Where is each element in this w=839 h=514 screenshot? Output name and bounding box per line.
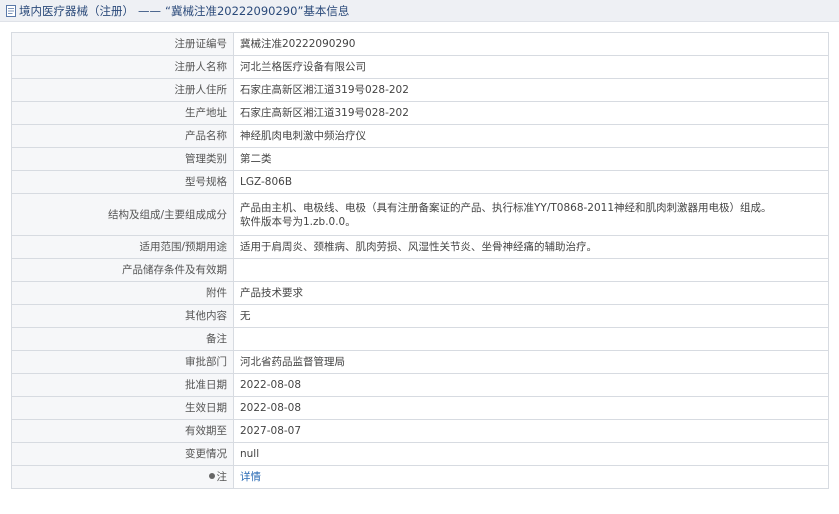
- table-row: 产品名称 神经肌肉电刺激中频治疗仪: [11, 124, 829, 148]
- title-separator: ——: [138, 3, 161, 18]
- details-link[interactable]: 详情: [240, 471, 261, 483]
- row-value: 神经肌肉电刺激中频治疗仪: [233, 124, 829, 148]
- note-label-cell: 注: [11, 465, 234, 489]
- row-value: 2022-08-08: [233, 373, 829, 397]
- table-row: 批准日期 2022-08-08: [11, 373, 829, 397]
- title-prefix: 境内医疗器械（注册）: [19, 3, 134, 18]
- row-label: 批准日期: [11, 373, 234, 397]
- row-label: 结构及组成/主要组成成分: [11, 193, 234, 236]
- table-row: 生产地址 石家庄高新区湘江道319号028-202: [11, 101, 829, 125]
- table-row: 适用范围/预期用途 适用于肩周炎、颈椎病、肌肉劳损、风湿性关节炎、坐骨神经痛的辅…: [11, 235, 829, 259]
- detail-table: 注册证编号 冀械注准20222090290 注册人名称 河北兰格医疗设备有限公司…: [11, 32, 829, 489]
- table-row: 其他内容 无: [11, 304, 829, 328]
- table-row: 注 详情: [11, 465, 829, 489]
- row-value: 无: [233, 304, 829, 328]
- row-value: 河北省药品监督管理局: [233, 350, 829, 374]
- row-label: 生效日期: [11, 396, 234, 420]
- row-label: 管理类别: [11, 147, 234, 171]
- note-value-cell: 详情: [233, 465, 829, 489]
- row-value: 2027-08-07: [233, 419, 829, 443]
- row-label: 产品储存条件及有效期: [11, 258, 234, 282]
- row-value: 河北兰格医疗设备有限公司: [233, 55, 829, 79]
- row-value-line-1: 产品由主机、电极线、电极（具有注册备案证的产品、执行标准YY/T0868-201…: [240, 201, 772, 214]
- table-row: 结构及组成/主要组成成分 产品由主机、电极线、电极（具有注册备案证的产品、执行标…: [11, 193, 829, 236]
- detail-table-container: 注册证编号 冀械注准20222090290 注册人名称 河北兰格医疗设备有限公司…: [11, 32, 829, 489]
- page-title-bar: 境内医疗器械（注册） —— “冀械注准20222090290”基本信息: [0, 0, 839, 22]
- table-row: 生效日期 2022-08-08: [11, 396, 829, 420]
- row-label: 注册证编号: [11, 32, 234, 56]
- table-row: 备注: [11, 327, 829, 351]
- row-value-multiline: 产品由主机、电极线、电极（具有注册备案证的产品、执行标准YY/T0868-201…: [233, 193, 829, 236]
- row-value: 产品技术要求: [233, 281, 829, 305]
- table-row: 注册人名称 河北兰格医疗设备有限公司: [11, 55, 829, 79]
- row-value: [233, 258, 829, 282]
- table-row: 审批部门 河北省药品监督管理局: [11, 350, 829, 374]
- row-value: 冀械注准20222090290: [233, 32, 829, 56]
- table-row: 注册证编号 冀械注准20222090290: [11, 32, 829, 56]
- row-value: 适用于肩周炎、颈椎病、肌肉劳损、风湿性关节炎、坐骨神经痛的辅助治疗。: [233, 235, 829, 259]
- row-label: 适用范围/预期用途: [11, 235, 234, 259]
- table-row: 有效期至 2027-08-07: [11, 419, 829, 443]
- document-icon: [6, 4, 16, 17]
- table-row: 注册人住所 石家庄高新区湘江道319号028-202: [11, 78, 829, 102]
- row-label: 型号规格: [11, 170, 234, 194]
- row-value: null: [233, 442, 829, 466]
- row-value: [233, 327, 829, 351]
- row-label: 有效期至: [11, 419, 234, 443]
- row-label: 变更情况: [11, 442, 234, 466]
- row-value: 石家庄高新区湘江道319号028-202: [233, 78, 829, 102]
- row-label: 其他内容: [11, 304, 234, 328]
- row-label: 产品名称: [11, 124, 234, 148]
- row-value: 第二类: [233, 147, 829, 171]
- table-row: 管理类别 第二类: [11, 147, 829, 171]
- bullet-icon: [208, 473, 215, 479]
- row-value: 2022-08-08: [233, 396, 829, 420]
- row-value: LGZ-806B: [233, 170, 829, 194]
- row-label: 注册人名称: [11, 55, 234, 79]
- table-row: 变更情况 null: [11, 442, 829, 466]
- table-row: 产品储存条件及有效期: [11, 258, 829, 282]
- row-label: 生产地址: [11, 101, 234, 125]
- row-value-line-2: 软件版本号为1.zb.0.0。: [240, 215, 356, 228]
- row-label: 附件: [11, 281, 234, 305]
- title-subject: “冀械注准20222090290”基本信息: [165, 3, 350, 18]
- table-row: 型号规格 LGZ-806B: [11, 170, 829, 194]
- row-label: 注: [216, 471, 228, 483]
- row-value: 石家庄高新区湘江道319号028-202: [233, 101, 829, 125]
- row-label: 注册人住所: [11, 78, 234, 102]
- row-label: 审批部门: [11, 350, 234, 374]
- row-label: 备注: [11, 327, 234, 351]
- table-row: 附件 产品技术要求: [11, 281, 829, 305]
